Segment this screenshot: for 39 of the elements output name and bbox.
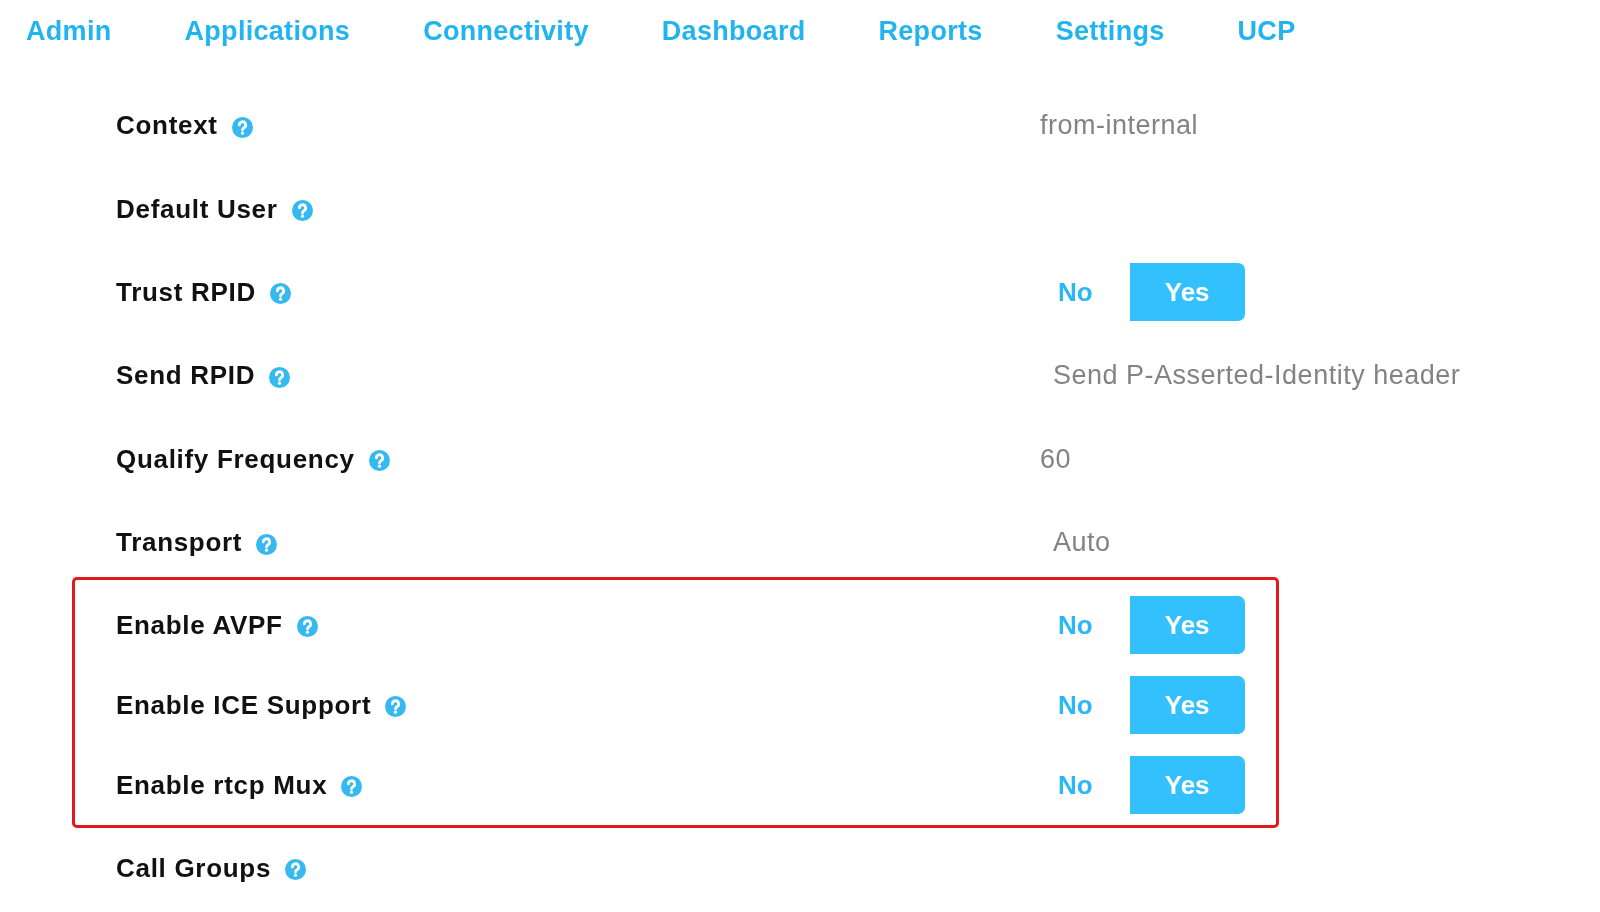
field-label: Enable ICE Support: [116, 689, 372, 721]
field-label: Qualify Frequency: [116, 443, 355, 475]
help-icon[interactable]: [285, 859, 307, 881]
help-icon[interactable]: [296, 616, 318, 638]
help-icon[interactable]: [341, 776, 363, 798]
nav-link[interactable]: Settings: [1055, 14, 1165, 48]
toggle-option[interactable]: No: [1046, 596, 1105, 655]
nav-link[interactable]: Admin: [26, 14, 112, 48]
toggle-option[interactable]: Yes: [1129, 756, 1245, 815]
help-icon[interactable]: [291, 200, 313, 222]
field-label: Enable rtcp Mux: [116, 769, 328, 801]
text-field[interactable]: 60: [1040, 443, 1072, 475]
nav-link[interactable]: Reports: [878, 14, 983, 48]
toggle-option[interactable]: Yes: [1129, 676, 1245, 735]
field-label: Enable AVPF: [116, 609, 283, 641]
toggle-option[interactable]: No: [1046, 676, 1105, 735]
toggle-option[interactable]: Yes: [1129, 263, 1245, 322]
nav-link[interactable]: Applications: [184, 14, 351, 48]
select-field[interactable]: Auto: [1053, 527, 1111, 559]
field-label: Default User: [116, 193, 278, 225]
help-icon[interactable]: [368, 450, 390, 472]
help-icon[interactable]: [231, 116, 253, 138]
toggle-option[interactable]: Yes: [1129, 596, 1245, 655]
toggle-option[interactable]: No: [1046, 756, 1105, 815]
field-label: Send RPID: [116, 360, 256, 392]
field-label: Trust RPID: [116, 276, 256, 308]
field-label: Context: [116, 110, 218, 142]
help-icon[interactable]: [385, 696, 407, 718]
help-icon[interactable]: [269, 366, 291, 388]
field-label: Call Groups: [116, 852, 272, 884]
help-icon[interactable]: [256, 533, 278, 555]
toggle-option[interactable]: No: [1046, 263, 1105, 322]
help-icon[interactable]: [269, 283, 291, 305]
select-field[interactable]: Send P-Asserted-Identity header: [1053, 360, 1461, 392]
text-field[interactable]: from-internal: [1040, 110, 1199, 142]
nav-link[interactable]: Dashboard: [661, 14, 806, 48]
nav-link[interactable]: UCP: [1237, 14, 1296, 48]
field-label: Transport: [116, 527, 243, 559]
nav-link[interactable]: Connectivity: [423, 14, 589, 48]
